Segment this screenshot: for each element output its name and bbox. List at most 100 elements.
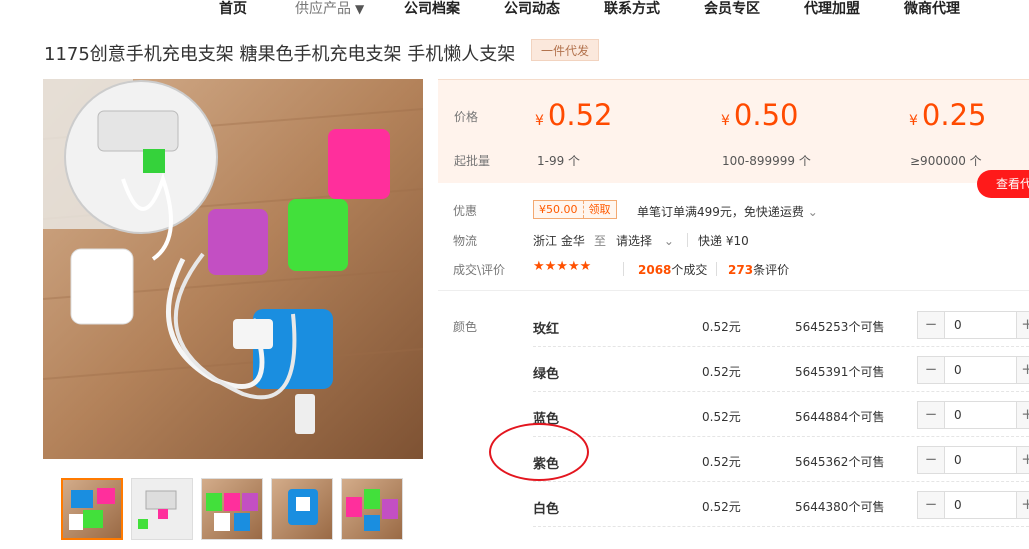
quantity-input[interactable] xyxy=(946,402,1016,428)
sku-price: 0.52元 xyxy=(702,365,741,379)
nav-contact[interactable]: 联系方式 xyxy=(604,0,660,18)
increment-button[interactable]: + xyxy=(1016,357,1029,383)
free-shipping-note[interactable]: 单笔订单满499元，免快递运费 ⌄ xyxy=(637,203,818,220)
sku-stock: 5645362个可售 xyxy=(795,455,885,469)
nav-products-label: 供应产品 xyxy=(295,1,351,17)
ship-from: 浙江 金华 xyxy=(533,234,585,248)
sku-row-green: 绿色 0.52元 5645391个可售 − + xyxy=(533,347,1029,392)
sku-name: 紫色 xyxy=(533,457,560,472)
nav-agency[interactable]: 代理加盟 xyxy=(804,0,860,18)
ship-to-word: 至 xyxy=(594,234,607,248)
sku-stock: 5644884个可售 xyxy=(795,410,885,424)
product-photo xyxy=(43,79,423,459)
quantity-input[interactable] xyxy=(946,447,1016,473)
thumbnail-5[interactable] xyxy=(341,478,403,540)
logistics-label: 物流 xyxy=(453,234,478,248)
increment-button[interactable]: + xyxy=(1016,402,1029,428)
sku-row-white: 白色 0.52元 5644380个可售 − + xyxy=(533,482,1029,527)
coupon-value: ¥50.00 xyxy=(539,203,578,216)
sku-stock: 5645253个可售 xyxy=(795,320,885,334)
price-label: 价格 xyxy=(454,110,479,124)
section-divider xyxy=(438,290,1029,291)
increment-button[interactable]: + xyxy=(1016,492,1029,518)
thumbnail-1[interactable] xyxy=(61,478,123,540)
thumbnail-2[interactable] xyxy=(131,478,193,540)
reviews-suffix: 条评价 xyxy=(753,263,790,277)
reviews-number: 273 xyxy=(728,263,754,277)
decrement-button[interactable]: − xyxy=(918,312,945,338)
sku-name: 蓝色 xyxy=(533,412,560,427)
quantity-input[interactable] xyxy=(946,492,1016,518)
nav-home[interactable]: 首页 xyxy=(219,0,247,18)
rating-label: 成交\评价 xyxy=(453,263,506,277)
sku-price: 0.52元 xyxy=(702,455,741,469)
nav-company-news[interactable]: 公司动态 xyxy=(504,0,560,18)
divider xyxy=(687,233,688,247)
price-value: 0.50 xyxy=(733,98,799,132)
quantity-input[interactable] xyxy=(946,312,1016,338)
sku-stock: 5645391个可售 xyxy=(795,365,885,379)
thumbnail-4[interactable] xyxy=(271,478,333,540)
currency-symbol: ¥ xyxy=(721,113,730,129)
price-tier-3: ¥0.25 xyxy=(909,98,987,132)
currency-symbol: ¥ xyxy=(535,113,544,129)
chevron-down-icon: ⌄ xyxy=(663,234,674,248)
qty-range-2: 100-899999 个 xyxy=(722,154,811,168)
price-panel: 价格 起批量 ¥0.52 ¥0.50 ¥0.25 1-99 个 100-8999… xyxy=(438,79,1029,183)
coupon-claim[interactable]: 领取 xyxy=(582,201,616,218)
sku-stock: 5644380个可售 xyxy=(795,500,885,514)
chevron-down-icon: ▼ xyxy=(355,2,365,16)
moq-label: 起批量 xyxy=(454,154,491,168)
nav-members[interactable]: 会员专区 xyxy=(704,0,760,18)
decrement-button[interactable]: − xyxy=(918,492,945,518)
destination-select[interactable]: 请选择 ⌄ xyxy=(616,232,674,249)
quantity-stepper: − + xyxy=(917,491,1029,519)
price-tier-2: ¥0.50 xyxy=(721,98,799,132)
quantity-stepper: − + xyxy=(917,446,1029,474)
qty-range-1: 1-99 个 xyxy=(537,154,581,168)
thumbnail-3[interactable] xyxy=(201,478,263,540)
decrement-button[interactable]: − xyxy=(918,357,945,383)
product-title: 1175创意手机充电支架 糖果色手机充电支架 手机懒人支架 xyxy=(44,44,516,65)
destination-select-text: 请选择 xyxy=(616,234,653,248)
sku-row-rose: 玫红 0.52元 5645253个可售 − + xyxy=(533,302,1029,347)
sku-price: 0.52元 xyxy=(702,410,741,424)
color-label: 颜色 xyxy=(453,320,478,334)
top-nav: 首页 供应产品 ▼ 公司档案 公司动态 联系方式 会员专区 代理加盟 微商代理 xyxy=(0,0,1029,22)
star-rating: ★★★★★ xyxy=(533,259,592,274)
sku-name: 绿色 xyxy=(533,367,560,382)
sku-row-purple: 紫色 0.52元 5645362个可售 − + xyxy=(533,437,1029,482)
shipping-fee: 快递 ¥10 xyxy=(698,234,749,248)
increment-button[interactable]: + xyxy=(1016,312,1029,338)
nav-products[interactable]: 供应产品 ▼ xyxy=(295,0,364,18)
dropship-badge: 一件代发 xyxy=(531,39,600,61)
offer-label: 优惠 xyxy=(453,204,478,218)
view-more-button[interactable]: 查看代 xyxy=(977,170,1029,198)
quantity-stepper: − + xyxy=(917,356,1029,384)
reviews-count[interactable]: 273条评价 xyxy=(728,261,789,278)
nav-company-profile[interactable]: 公司档案 xyxy=(404,0,460,18)
price-value: 0.52 xyxy=(547,98,613,132)
deals-count[interactable]: 2068个成交 xyxy=(638,261,707,278)
sku-price: 0.52元 xyxy=(702,320,741,334)
divider xyxy=(716,262,717,276)
decrement-button[interactable]: − xyxy=(918,402,945,428)
quantity-stepper: − + xyxy=(917,311,1029,339)
sku-row-blue: 蓝色 0.52元 5644884个可售 − + xyxy=(533,392,1029,437)
product-main-image[interactable] xyxy=(43,79,423,459)
currency-symbol: ¥ xyxy=(909,113,918,129)
deals-suffix: 个成交 xyxy=(671,263,708,277)
sku-name: 白色 xyxy=(533,502,560,517)
sku-name: 玫红 xyxy=(533,322,560,337)
increment-button[interactable]: + xyxy=(1016,447,1029,473)
free-shipping-text: 单笔订单满499元，免快递运费 xyxy=(637,205,804,219)
sku-price: 0.52元 xyxy=(702,500,741,514)
divider xyxy=(623,262,624,276)
coupon-button[interactable]: ¥50.00 领取 xyxy=(533,200,617,219)
decrement-button[interactable]: − xyxy=(918,447,945,473)
quantity-input[interactable] xyxy=(946,357,1016,383)
price-value: 0.25 xyxy=(921,98,987,132)
nav-wechat-agent[interactable]: 微商代理 xyxy=(904,0,960,18)
deals-number: 2068 xyxy=(638,263,672,277)
quantity-stepper: − + xyxy=(917,401,1029,429)
